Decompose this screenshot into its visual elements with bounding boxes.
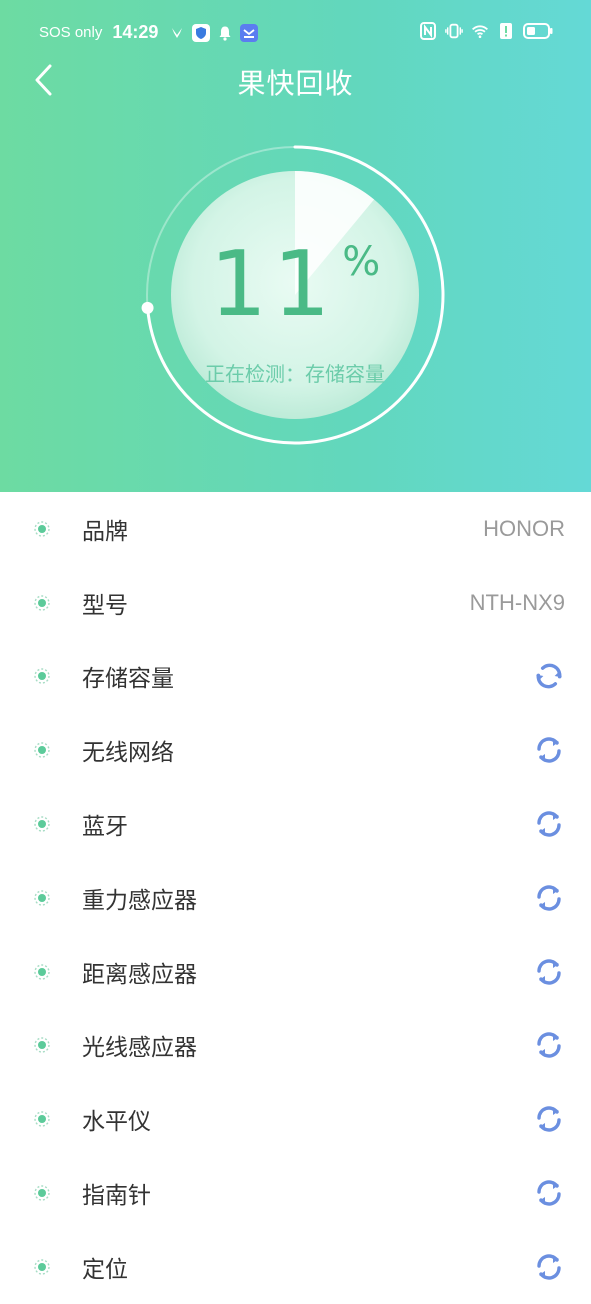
list-item: 定位	[0, 1230, 591, 1304]
gauge-percent-number: 11	[209, 232, 337, 337]
status-dot-icon	[33, 1184, 51, 1202]
status-dot-icon	[33, 594, 51, 612]
status-dot-icon	[33, 1110, 51, 1128]
status-dot-icon	[33, 667, 51, 685]
refresh-icon	[533, 1029, 565, 1061]
refresh-icon	[533, 734, 565, 766]
refresh-icon	[533, 882, 565, 914]
shield-icon	[192, 23, 211, 42]
status-left: SOS only 14:29	[39, 22, 259, 43]
refresh-icon	[533, 808, 565, 840]
status-right	[419, 22, 553, 40]
bell-icon	[216, 24, 234, 42]
list-item: 重力感应器	[0, 861, 591, 935]
list-item: 蓝牙	[0, 787, 591, 861]
item-label: 距离感应器	[82, 961, 197, 988]
status-dot-icon	[33, 963, 51, 981]
detection-list: 品牌 HONOR 型号 NTH-NX9 存储容量无线网络蓝牙重力感应器距离感应器光线感应…	[0, 492, 591, 1304]
list-item: 指南针	[0, 1156, 591, 1230]
item-label: 重力感应器	[82, 887, 197, 914]
status-bar: SOS only 14:29	[0, 0, 591, 66]
item-value: NTH-NX9	[469, 589, 565, 615]
status-dot-icon	[33, 815, 51, 833]
page-title: 果快回收	[237, 67, 354, 100]
list-item: 距离感应器	[0, 935, 591, 1009]
battery-icon	[523, 22, 553, 40]
list-item: 存储容量	[0, 640, 591, 714]
gauge-value: 11%	[140, 239, 450, 330]
item-label: 水平仪	[82, 1109, 151, 1136]
status-dot-icon	[33, 1036, 51, 1054]
sos-text: SOS only	[39, 24, 103, 41]
gauge-status-label: 正在检测：存储容量	[205, 362, 385, 386]
gauge-percent-sign: %	[342, 239, 381, 285]
vibrate-icon	[445, 22, 463, 40]
status-dot-icon	[33, 1258, 51, 1276]
refresh-icon	[526, 654, 571, 699]
item-label: 型号	[82, 592, 128, 619]
item-label: 存储容量	[82, 666, 174, 693]
item-label: 蓝牙	[82, 814, 128, 841]
item-label: 指南针	[82, 1183, 151, 1210]
list-item: 型号 NTH-NX9	[0, 566, 591, 640]
refresh-icon	[533, 956, 565, 988]
status-dot-icon	[33, 520, 51, 538]
clock: 14:29	[112, 22, 159, 42]
battery-alert-icon	[497, 22, 515, 40]
status-dot-icon	[33, 741, 51, 759]
progress-gauge: 11% 正在检测：存储容量	[140, 140, 450, 450]
wifi-icon	[471, 22, 489, 40]
refresh-icon	[533, 1177, 565, 1209]
item-value: HONOR	[483, 515, 565, 541]
refresh-icon	[533, 1251, 565, 1283]
item-label: 定位	[82, 1256, 128, 1283]
app-notification-icon	[240, 23, 259, 42]
status-dot-icon	[33, 889, 51, 907]
item-label: 无线网络	[82, 740, 174, 767]
item-label: 光线感应器	[82, 1035, 197, 1062]
item-label: 品牌	[82, 518, 128, 545]
nfc-icon	[419, 22, 437, 40]
header: SOS only 14:29 果快回收 11 % 正在检测：存储容量	[0, 0, 591, 492]
refresh-icon	[533, 1103, 565, 1135]
list-item: 无线网络	[0, 713, 591, 787]
list-item: 水平仪	[0, 1082, 591, 1156]
list-item: 光线感应器	[0, 1009, 591, 1083]
fox-icon	[168, 24, 186, 42]
list-item: 品牌 HONOR	[0, 492, 591, 566]
